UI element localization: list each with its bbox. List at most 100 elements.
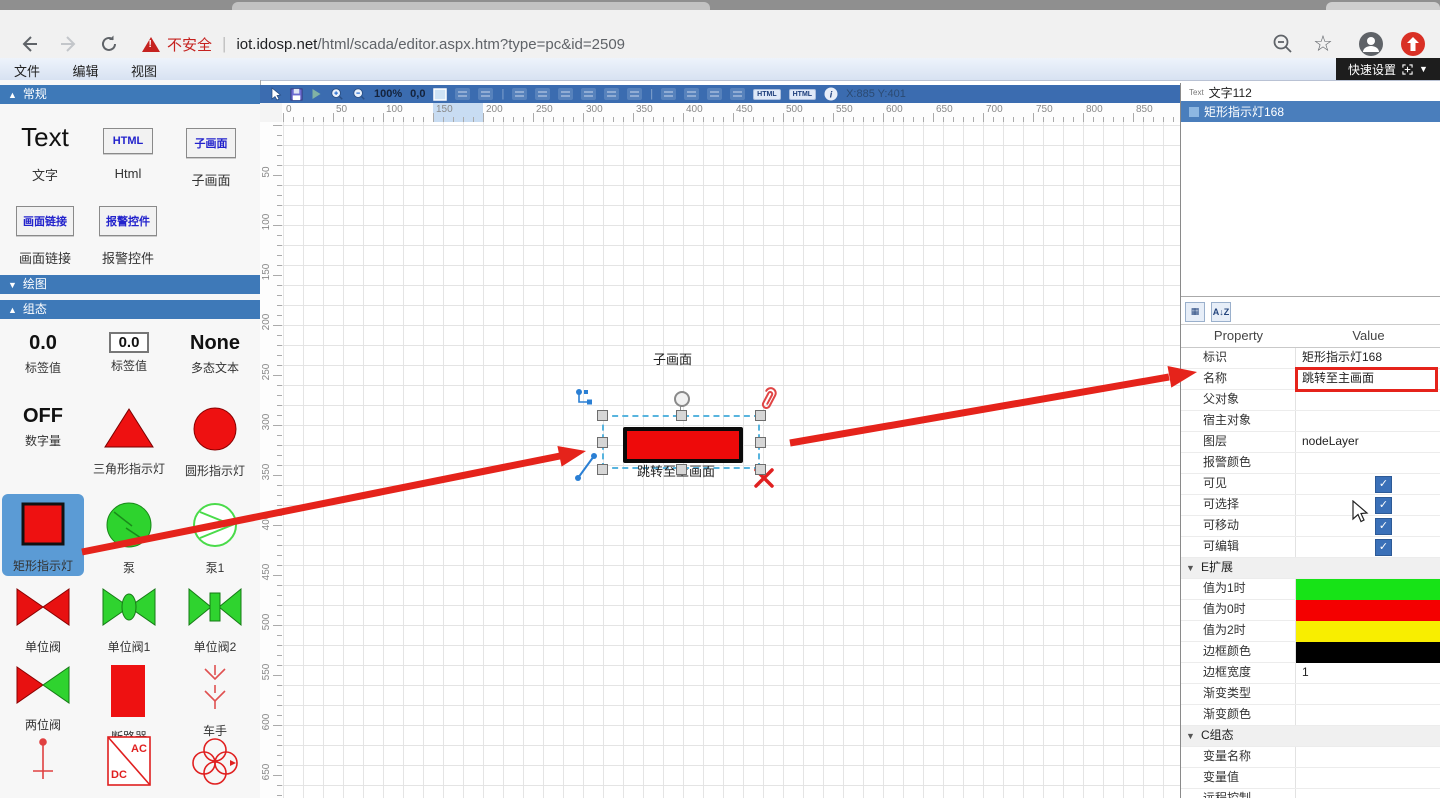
- selection-handle[interactable]: [597, 437, 608, 448]
- property-value[interactable]: [1296, 600, 1440, 620]
- palette-item-html[interactable]: HTML Html: [87, 128, 169, 181]
- rotation-handle[interactable]: [674, 391, 690, 407]
- palette-item-pump1[interactable]: 泵1: [172, 500, 258, 576]
- property-value[interactable]: 1: [1296, 663, 1440, 683]
- distribute-h-icon[interactable]: [707, 88, 722, 100]
- palette-item-valve2[interactable]: 单位阀2: [172, 585, 258, 655]
- section-drawing[interactable]: ▼绘图: [0, 275, 260, 294]
- color-swatch[interactable]: [1296, 621, 1440, 642]
- palette-item-inverter[interactable]: ACDC逆变器: [86, 735, 172, 798]
- selection-handle[interactable]: [597, 410, 608, 421]
- checkbox-checked-icon[interactable]: ✓: [1375, 518, 1392, 535]
- security-warning-label[interactable]: 不安全: [167, 34, 212, 55]
- property-value[interactable]: [1296, 579, 1440, 599]
- align-bottom-icon[interactable]: [627, 88, 642, 100]
- property-value[interactable]: 矩形指示灯168: [1296, 348, 1440, 368]
- property-value[interactable]: [1296, 768, 1440, 788]
- category-collapse-icon[interactable]: ▼: [1186, 563, 1195, 573]
- canvas-subscreen-text[interactable]: 子画面: [653, 349, 692, 368]
- palette-item-triangle-indicator[interactable]: 三角形指示灯: [86, 405, 172, 479]
- property-value[interactable]: [1296, 621, 1440, 641]
- section-config[interactable]: ▲组态: [0, 300, 260, 319]
- property-value[interactable]: 跳转至主画面: [1296, 369, 1440, 389]
- palette-item-alarm-control[interactable]: 报警控件 报警控件: [87, 206, 169, 267]
- address-bar[interactable]: 不安全 | iot.idosp.net/html/scada/editor.as…: [142, 30, 625, 58]
- property-value[interactable]: [1296, 642, 1440, 662]
- categorize-icon[interactable]: ▦: [1185, 302, 1205, 322]
- panel-tool-icon[interactable]: [433, 88, 447, 101]
- forward-icon[interactable]: [56, 31, 82, 57]
- property-value[interactable]: [1296, 390, 1440, 410]
- run-icon[interactable]: [311, 88, 322, 100]
- palette-item-tag-value-boxed[interactable]: 0.0标签值: [86, 332, 172, 376]
- category-collapse-icon[interactable]: ▼: [1186, 731, 1195, 741]
- align-top-icon[interactable]: [581, 88, 596, 100]
- html-export-icon[interactable]: HTML: [753, 89, 780, 100]
- distribute-v-icon[interactable]: [730, 88, 745, 100]
- zoom-out-icon[interactable]: [1270, 31, 1296, 57]
- html-preview-icon[interactable]: HTML: [789, 89, 816, 100]
- selection-handle[interactable]: [676, 410, 687, 421]
- property-value[interactable]: ✓: [1296, 537, 1440, 557]
- pointer-tool-icon[interactable]: [270, 87, 282, 101]
- color-swatch[interactable]: [1296, 579, 1440, 600]
- info-icon[interactable]: i: [824, 87, 838, 101]
- connect-adorner-icon[interactable]: [575, 388, 595, 408]
- zoom-out-tool-icon[interactable]: [352, 87, 366, 101]
- quick-settings-button[interactable]: 快速设置 ▼: [1336, 58, 1440, 80]
- color-swatch[interactable]: [1296, 600, 1440, 621]
- palette-item-circle-indicator[interactable]: 圆形指示灯: [172, 405, 258, 479]
- resize-adorner-icon[interactable]: [573, 452, 599, 484]
- property-value[interactable]: nodeLayer: [1296, 432, 1440, 452]
- selection-handle[interactable]: [597, 464, 608, 475]
- palette-item-pump[interactable]: 泵: [86, 500, 172, 576]
- back-icon[interactable]: [16, 31, 42, 57]
- section-general[interactable]: ▲常规: [0, 85, 260, 104]
- tree-item-text[interactable]: Text文字112: [1181, 83, 1440, 101]
- selection-handle[interactable]: [755, 464, 766, 475]
- align-center-icon[interactable]: [535, 88, 550, 100]
- same-height-icon[interactable]: [684, 88, 699, 100]
- browser-update-icon[interactable]: [1400, 31, 1426, 57]
- property-value[interactable]: [1296, 705, 1440, 725]
- palette-item-subscreen[interactable]: 子画面 子画面: [170, 128, 252, 189]
- profile-avatar-icon[interactable]: [1358, 31, 1384, 57]
- checkbox-checked-icon[interactable]: ✓: [1375, 476, 1392, 493]
- palette-item-two-way-valve[interactable]: 两位阀: [0, 663, 86, 745]
- palette-item-tag-value[interactable]: 0.0标签值: [0, 332, 86, 376]
- checkbox-checked-icon[interactable]: ✓: [1375, 497, 1392, 514]
- paste-icon[interactable]: [478, 88, 493, 100]
- copy-icon[interactable]: [455, 88, 470, 100]
- palette-item-knife-switch[interactable]: 刀闸: [0, 735, 86, 798]
- selection-handle[interactable]: [676, 464, 687, 475]
- checkbox-checked-icon[interactable]: ✓: [1375, 539, 1392, 556]
- selection-handle[interactable]: [755, 437, 766, 448]
- align-middle-icon[interactable]: [604, 88, 619, 100]
- selection-handle[interactable]: [755, 410, 766, 421]
- browser-tab[interactable]: [232, 2, 710, 10]
- same-width-icon[interactable]: [661, 88, 676, 100]
- palette-item-breaker[interactable]: 断路器: [86, 663, 172, 745]
- property-value[interactable]: ✓: [1296, 474, 1440, 494]
- design-grid[interactable]: 子画面 跳转至上画面: [282, 122, 1180, 798]
- align-left-icon[interactable]: [512, 88, 527, 100]
- palette-item-rect-indicator[interactable]: 矩形指示灯: [2, 494, 84, 576]
- palette-item-handcart[interactable]: 车手: [172, 663, 258, 745]
- property-value[interactable]: [1296, 684, 1440, 704]
- palette-item-valve1[interactable]: 单位阀1: [86, 585, 172, 655]
- property-value[interactable]: [1296, 453, 1440, 473]
- palette-item-screen-link[interactable]: 画面链接 画面链接: [4, 206, 86, 267]
- zoom-in-icon[interactable]: [330, 87, 344, 101]
- property-value[interactable]: [1296, 789, 1440, 798]
- palette-item-valve[interactable]: 单位阀: [0, 585, 86, 655]
- sort-az-icon[interactable]: A↓Z: [1211, 302, 1231, 322]
- palette-item-digital[interactable]: OFF数字量: [0, 405, 86, 479]
- save-icon[interactable]: [290, 88, 303, 101]
- reload-icon[interactable]: [96, 31, 122, 57]
- bookmark-star-icon[interactable]: ☆: [1310, 31, 1336, 57]
- color-swatch[interactable]: [1296, 642, 1440, 663]
- palette-item-pt[interactable]: PT: [172, 735, 258, 798]
- align-right-icon[interactable]: [558, 88, 573, 100]
- tree-item-selected[interactable]: 矩形指示灯168: [1181, 101, 1440, 122]
- property-value[interactable]: [1296, 411, 1440, 431]
